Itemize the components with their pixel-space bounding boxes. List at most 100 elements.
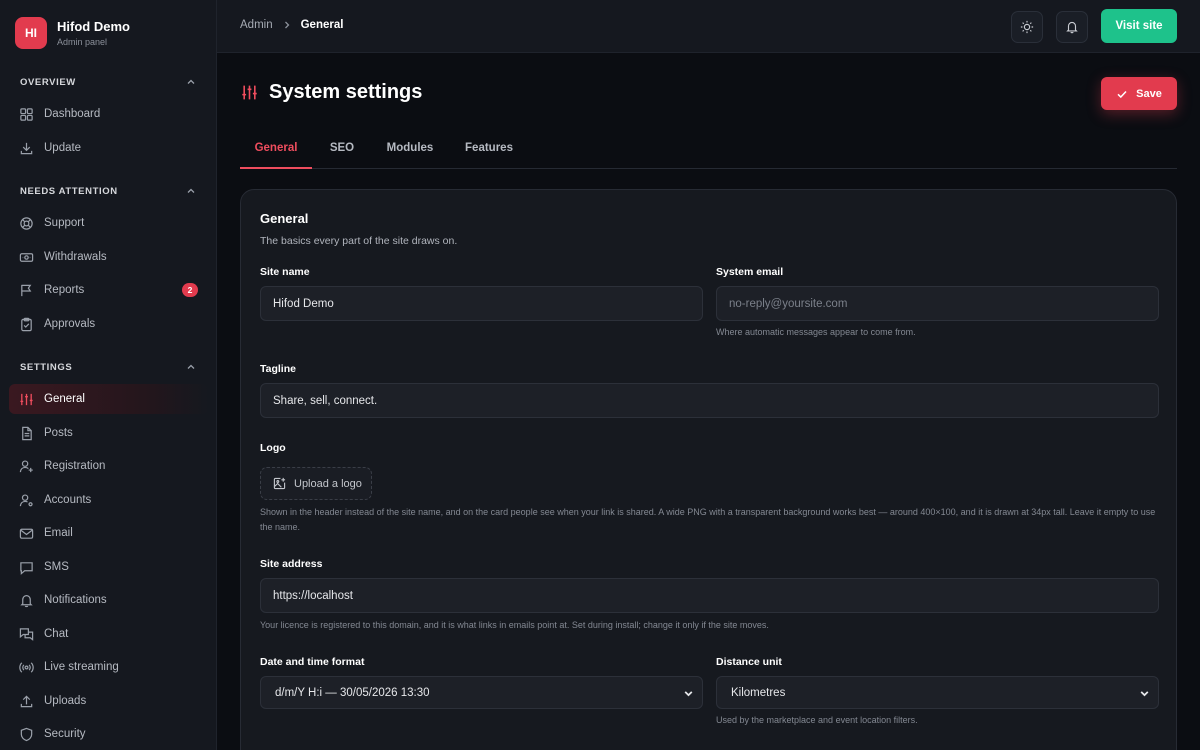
- section-title: OVERVIEW: [20, 76, 76, 88]
- sidebar-item-label: Uploads: [44, 695, 87, 707]
- sidebar-item-label: Accounts: [44, 494, 92, 506]
- save-button-label: Save: [1136, 87, 1162, 100]
- card-description: The basics every part of the site draws …: [260, 235, 458, 247]
- distance-unit-value: Kilometres: [731, 686, 786, 699]
- banknote-icon: [19, 252, 34, 262]
- sidebar-item-label: Dashboard: [44, 108, 101, 120]
- notifications-button[interactable]: [1056, 11, 1088, 43]
- document-icon: [22, 426, 32, 440]
- bell-icon: [20, 594, 33, 607]
- system-email-input[interactable]: [716, 286, 1159, 321]
- sidebar-item-general[interactable]: General: [9, 384, 208, 414]
- breadcrumb: Admin General: [240, 19, 343, 31]
- sidebar-item-label: Withdrawals: [44, 251, 107, 263]
- topbar: Admin General Visit site: [217, 0, 1200, 53]
- tab-modules[interactable]: Modules: [376, 128, 444, 168]
- upload-logo-button[interactable]: Upload a logo: [260, 467, 372, 500]
- sidebar-item-reports[interactable]: Reports 2: [9, 275, 208, 305]
- sidebar-item-chat[interactable]: Chat: [9, 619, 208, 649]
- tab-general[interactable]: General: [240, 128, 312, 169]
- sliders-icon: [20, 393, 33, 405]
- upload-logo-label: Upload a logo: [294, 477, 362, 490]
- sidebar-item-security[interactable]: Security: [9, 719, 208, 749]
- brand-subtitle: Admin panel: [57, 37, 108, 47]
- chevron-up-icon: [187, 79, 195, 84]
- section-needs-attention-toggle[interactable]: NEEDS ATTENTION: [20, 184, 196, 198]
- datetime-format-label: Date and time format: [260, 656, 365, 668]
- breadcrumb-current: General: [300, 19, 344, 31]
- sidebar-item-approvals[interactable]: Approvals: [9, 309, 208, 339]
- sidebar-item-posts[interactable]: Posts: [9, 418, 208, 448]
- logo-label: Logo: [260, 442, 286, 454]
- sidebar-item-label: Live streaming: [44, 661, 119, 673]
- distance-unit-help: Used by the marketplace and event locati…: [716, 715, 918, 725]
- section-settings-toggle[interactable]: SETTINGS: [20, 360, 196, 374]
- sun-icon: [1020, 20, 1034, 34]
- tagline-input[interactable]: [260, 383, 1159, 418]
- sidebar-item-uploads[interactable]: Uploads: [9, 686, 208, 716]
- user-plus-icon: [19, 459, 33, 472]
- sidebar-item-support[interactable]: Support: [9, 208, 208, 238]
- broadcast-icon: [19, 661, 34, 673]
- sliders-icon: [242, 85, 257, 100]
- shield-icon: [20, 727, 33, 741]
- site-address-help: Your licence is registered to this domai…: [260, 620, 769, 630]
- user-gear-icon: [19, 493, 33, 506]
- image-upload-icon: [273, 477, 286, 490]
- tab-features[interactable]: Features: [454, 128, 524, 168]
- sidebar-item-label: Chat: [44, 628, 69, 640]
- site-name-label: Site name: [260, 266, 310, 278]
- sidebar-item-dashboard[interactable]: Dashboard: [9, 99, 208, 129]
- section-overview-toggle[interactable]: OVERVIEW: [20, 75, 196, 89]
- sidebar-item-sms[interactable]: SMS: [9, 552, 208, 582]
- clipboard-check-icon: [21, 317, 32, 331]
- sidebar-item-live-streaming[interactable]: Live streaming: [9, 652, 208, 682]
- visit-site-button[interactable]: Visit site: [1101, 9, 1177, 43]
- datetime-format-select[interactable]: d/m/Y H:i — 30/05/2026 13:30: [260, 676, 703, 709]
- lifebuoy-icon: [20, 216, 33, 230]
- chevron-right-icon: [284, 21, 290, 29]
- sidebar-item-label: General: [44, 393, 85, 405]
- distance-unit-select[interactable]: Kilometres: [716, 676, 1159, 709]
- reports-count-badge: 2: [182, 283, 198, 297]
- datetime-format-value: d/m/Y H:i — 30/05/2026 13:30: [275, 686, 430, 699]
- sidebar-item-update[interactable]: Update: [9, 133, 208, 163]
- chevron-down-icon: [684, 691, 693, 697]
- chevron-down-icon: [1140, 691, 1149, 697]
- mail-icon: [19, 528, 34, 539]
- sidebar-item-label: Approvals: [44, 318, 96, 330]
- theme-toggle-button[interactable]: [1011, 11, 1043, 43]
- site-address-input[interactable]: [260, 578, 1159, 613]
- sidebar-item-email[interactable]: Email: [9, 518, 208, 548]
- logo-help: Shown in the header instead of the site …: [260, 507, 1156, 532]
- chat-icon: [19, 627, 34, 641]
- sidebar-item-notifications[interactable]: Notifications: [9, 585, 208, 615]
- sidebar-item-label: Posts: [44, 427, 73, 439]
- system-email-help: Where automatic messages appear to come …: [716, 327, 916, 337]
- message-icon: [20, 561, 33, 575]
- sidebar-item-label: Registration: [44, 460, 106, 472]
- tab-seo[interactable]: SEO: [318, 128, 366, 168]
- tagline-label: Tagline: [260, 363, 296, 375]
- site-address-label: Site address: [260, 558, 323, 570]
- sidebar-item-accounts[interactable]: Accounts: [9, 485, 208, 515]
- sidebar-item-label: Support: [44, 217, 85, 229]
- save-button[interactable]: Save: [1101, 77, 1177, 110]
- breadcrumb-admin-link[interactable]: Admin: [240, 19, 273, 31]
- sidebar-item-label: Security: [44, 728, 86, 740]
- brand-logo: HI: [15, 17, 47, 49]
- dashboard-icon: [20, 107, 33, 121]
- flag-icon: [21, 284, 32, 296]
- page-title: System settings: [269, 81, 423, 103]
- settings-tabs: General SEO Modules Features: [240, 128, 1177, 169]
- sidebar-item-label: Reports: [44, 284, 85, 296]
- download-icon: [20, 142, 33, 154]
- sidebar-item-withdrawals[interactable]: Withdrawals: [9, 242, 208, 272]
- brand[interactable]: HI Hifod Demo Admin panel: [15, 17, 130, 49]
- card-title: General: [260, 211, 309, 226]
- sidebar-item-label: Update: [44, 142, 82, 154]
- sidebar: HI Hifod Demo Admin panel OVERVIEW Dashb…: [0, 0, 217, 750]
- page-header: System settings: [241, 81, 422, 104]
- site-name-input[interactable]: [260, 286, 703, 321]
- sidebar-item-registration[interactable]: Registration: [9, 451, 208, 481]
